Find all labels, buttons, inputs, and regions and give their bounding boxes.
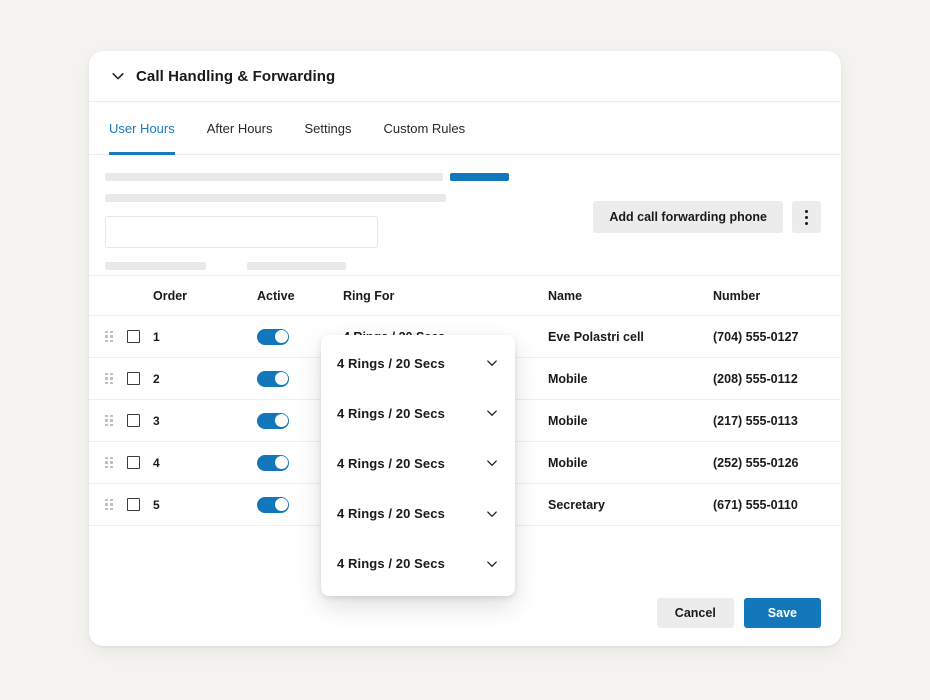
cell-number: (217) 555-0113 [713,414,843,428]
dot [805,216,808,219]
cell-order: 5 [153,498,257,512]
row-checkbox[interactable] [127,456,140,469]
cell-number: (252) 555-0126 [713,456,843,470]
cell-order: 4 [153,456,257,470]
row-checkbox[interactable] [127,372,140,385]
drag-handle-icon[interactable] [105,373,127,385]
placeholder-row-bottom [105,262,821,270]
cell-name: Mobile [548,456,713,470]
form-area: Add call forwarding phone [89,155,841,273]
dropdown-option[interactable]: 4 Rings / 20 Secs [321,388,515,438]
column-header-name: Name [548,289,713,303]
tab-label: After Hours [207,121,273,136]
drag-handle-icon[interactable] [105,499,127,511]
placeholder-row-top [105,173,821,181]
save-button[interactable]: Save [744,598,821,628]
dropdown-option[interactable]: 4 Rings / 20 Secs [321,338,515,388]
tab-custom-rules[interactable]: Custom Rules [367,102,481,154]
dot [805,210,808,213]
dropdown-option-label: 4 Rings / 20 Secs [337,356,445,371]
row-checkbox-cell [127,330,153,343]
drag-handle-icon[interactable] [105,457,127,469]
chevron-down-icon [485,557,499,571]
column-header-active: Active [257,289,343,303]
active-toggle[interactable] [257,455,289,471]
card-header: Call Handling & Forwarding [89,51,841,102]
ring-for-dropdown-panel: 4 Rings / 20 Secs 4 Rings / 20 Secs 4 Ri… [321,335,515,596]
tab-bar: User Hours After Hours Settings Custom R… [89,102,841,155]
chevron-down-icon [485,406,499,420]
column-header-ring-for: Ring For [343,289,548,303]
dot [805,222,808,225]
dropdown-option-label: 4 Rings / 20 Secs [337,556,445,571]
dropdown-option-label: 4 Rings / 20 Secs [337,406,445,421]
tab-label: User Hours [109,121,175,136]
tab-user-hours[interactable]: User Hours [109,102,191,154]
more-vertical-icon[interactable] [792,201,821,233]
cell-order: 3 [153,414,257,428]
chevron-down-icon[interactable] [110,68,126,84]
cell-order: 1 [153,330,257,344]
chevron-down-icon [485,507,499,521]
active-toggle[interactable] [257,413,289,429]
tab-label: Settings [305,121,352,136]
placeholder-bar [105,262,206,270]
dropdown-option[interactable]: 4 Rings / 20 Secs [321,539,515,589]
cell-name: Mobile [548,372,713,386]
row-checkbox-cell [127,498,153,511]
cell-name: Secretary [548,498,713,512]
row-checkbox[interactable] [127,498,140,511]
active-toggle[interactable] [257,497,289,513]
placeholder-bar [105,194,446,202]
row-checkbox-cell [127,414,153,427]
chevron-down-icon [485,456,499,470]
cell-name: Eve Polastri cell [548,330,713,344]
table-header-row: Order Active Ring For Name Number [89,275,841,315]
row-checkbox[interactable] [127,330,140,343]
placeholder-bar-accent [450,173,509,181]
dropdown-option-label: 4 Rings / 20 Secs [337,506,445,521]
drag-handle-icon[interactable] [105,415,127,427]
active-toggle[interactable] [257,371,289,387]
drag-handle-icon[interactable] [105,331,127,343]
row-checkbox-cell [127,372,153,385]
dropdown-option[interactable]: 4 Rings / 20 Secs [321,489,515,539]
cell-name: Mobile [548,414,713,428]
column-header-order: Order [153,289,257,303]
placeholder-bar [247,262,346,270]
dropdown-option[interactable]: 4 Rings / 20 Secs [321,438,515,488]
chevron-down-icon [485,356,499,370]
cancel-button[interactable]: Cancel [657,598,734,628]
page-title: Call Handling & Forwarding [136,68,335,85]
placeholder-bar [105,173,443,181]
card-footer: Cancel Save [657,598,821,628]
text-input[interactable] [105,216,378,248]
app-root: Call Handling & Forwarding User Hours Af… [0,0,930,700]
add-call-forwarding-phone-button[interactable]: Add call forwarding phone [593,201,783,233]
tab-settings[interactable]: Settings [289,102,368,154]
dropdown-option-label: 4 Rings / 20 Secs [337,456,445,471]
toolbar-actions: Add call forwarding phone [593,201,821,233]
row-checkbox-cell [127,456,153,469]
cell-order: 2 [153,372,257,386]
cell-number: (704) 555-0127 [713,330,843,344]
call-handling-card: Call Handling & Forwarding User Hours Af… [89,51,841,646]
cell-number: (671) 555-0110 [713,498,843,512]
tab-after-hours[interactable]: After Hours [191,102,289,154]
column-header-number: Number [713,289,843,303]
cell-number: (208) 555-0112 [713,372,843,386]
row-checkbox[interactable] [127,414,140,427]
active-toggle[interactable] [257,329,289,345]
tab-label: Custom Rules [383,121,465,136]
